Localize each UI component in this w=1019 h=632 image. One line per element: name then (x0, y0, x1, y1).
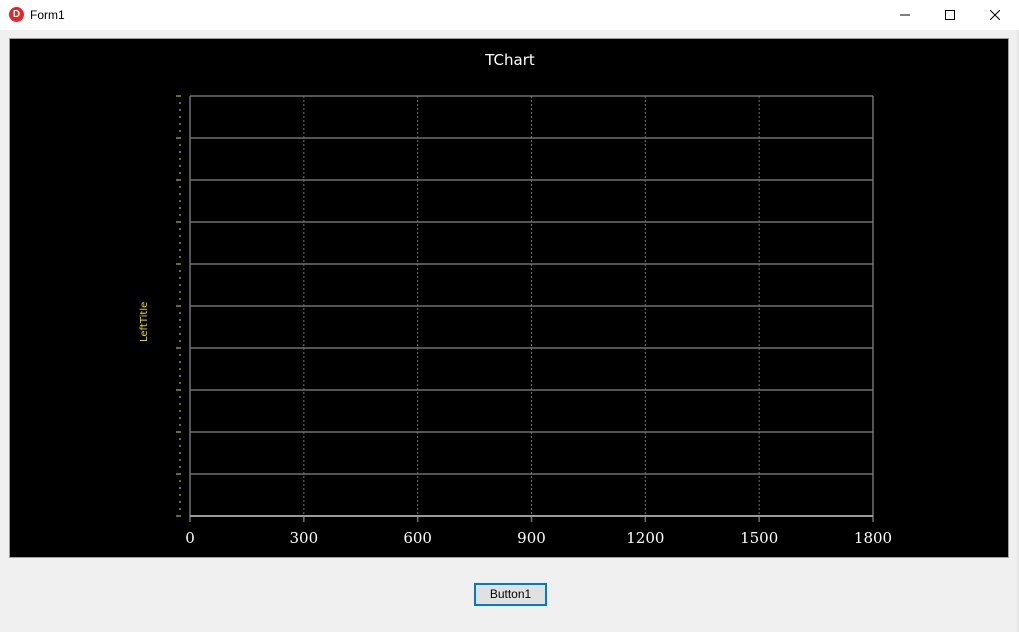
chart-title: TChart (485, 51, 535, 69)
maximize-button[interactable] (927, 0, 973, 30)
title-bar[interactable]: D Form1 (0, 0, 1019, 30)
left-axis-title: LeftTitle (139, 301, 150, 342)
button1[interactable]: Button1 (474, 583, 547, 606)
bottom-axis-tick-label: 0 (185, 529, 195, 547)
close-button[interactable] (972, 0, 1018, 30)
chart-plot-area: 0 300 600 900 1200 1500 1800 (176, 95, 892, 547)
bottom-axis-tick-label: 1500 (740, 529, 778, 547)
bottom-axis-tick-label: 900 (517, 529, 546, 547)
app-icon: D (9, 7, 24, 22)
close-icon (990, 10, 1000, 20)
maximize-icon (945, 10, 955, 20)
bottom-axis-tick-label: 1800 (854, 529, 892, 547)
bottom-axis-tick-label: 600 (403, 529, 432, 547)
bottom-axis-tick-label: 300 (290, 529, 319, 547)
minimize-icon (900, 14, 910, 16)
chart-panel[interactable]: 0 300 600 900 1200 1500 1800 TChart LeftTitle (9, 38, 1009, 558)
minimize-button[interactable] (882, 0, 928, 30)
window-title: Form1 (30, 8, 65, 22)
bottom-axis-tick-label: 1200 (626, 529, 664, 547)
